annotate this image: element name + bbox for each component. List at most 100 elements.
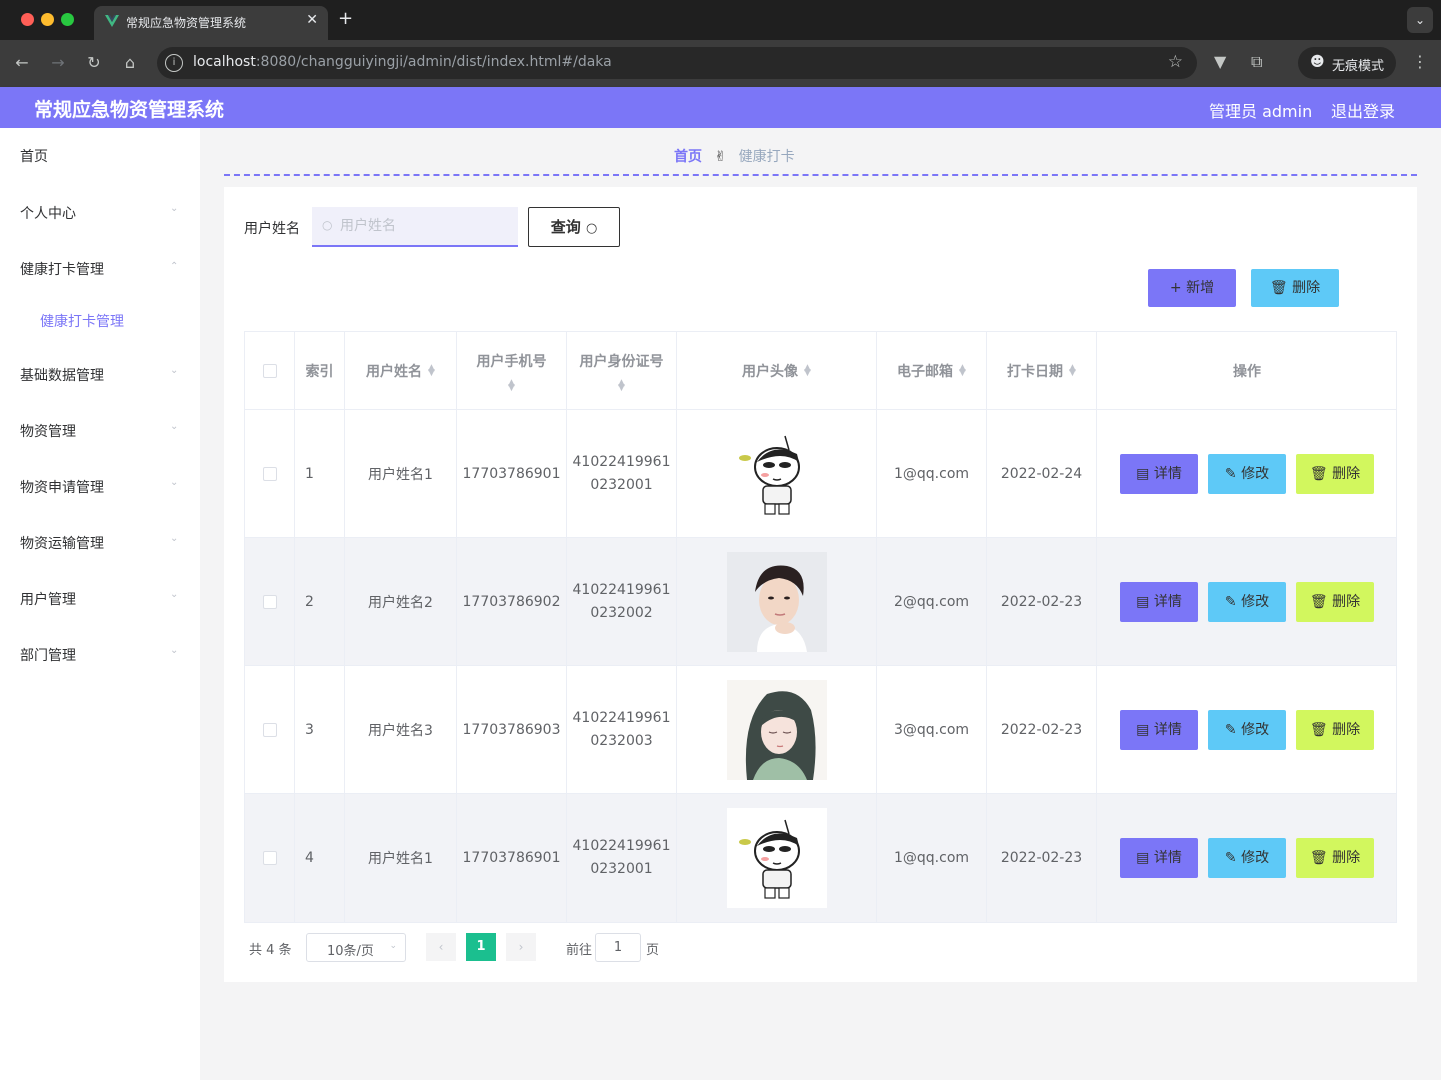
minimize-window-button[interactable] [41, 13, 54, 26]
vue-devtools-icon[interactable]: ▼ [1214, 52, 1226, 71]
delete-button[interactable]: 🗑 删除 [1296, 838, 1374, 878]
avatar-cartoon-boy[interactable] [726, 808, 827, 908]
column-header-name[interactable]: 用户姓名 ▲ ▼ [345, 332, 457, 409]
tab-title: 常规应急物资管理系统 [126, 16, 247, 30]
address-bar[interactable]: i localhost:8080/changguiyingji/admin/di… [157, 47, 1197, 79]
back-icon[interactable]: ← [11, 52, 33, 74]
add-button[interactable]: + 新增 [1148, 269, 1236, 307]
delete-label: 删除 [1332, 721, 1361, 738]
select-all-checkbox[interactable] [262, 363, 277, 378]
index-cell: 4 [295, 794, 345, 922]
sidebar-item-label: 物资管理 [20, 424, 76, 440]
browser-menu-icon[interactable]: ⋮ [1412, 52, 1428, 71]
page-size-select[interactable]: 10条/页 ⌄ [306, 933, 406, 962]
maximize-window-button[interactable] [61, 13, 74, 26]
document-icon: ▤ [1136, 721, 1154, 738]
incognito-icon: ☻ [1310, 54, 1325, 70]
row-select-cell [245, 666, 295, 793]
browser-tab[interactable]: 常规应急物资管理系统 ✕ [94, 6, 328, 40]
sort-icon[interactable]: ▲ ▼ [618, 378, 625, 392]
batch-delete-button[interactable]: 🗑 删除 [1251, 269, 1339, 307]
column-header-id-number[interactable]: 用户身份证号 ▲ ▼ [567, 332, 677, 409]
prev-page-button[interactable]: ‹ [426, 933, 456, 961]
sidebar-item-health-checkin[interactable]: 健康打卡管理 ⌃ [0, 243, 200, 293]
page-number-current[interactable]: 1 [466, 933, 496, 961]
breadcrumb-home[interactable]: 首页 [674, 149, 702, 165]
page-suffix: 页 [646, 943, 660, 958]
detail-button[interactable]: ▤ 详情 [1120, 581, 1198, 622]
chevron-down-icon: ⌄ [170, 477, 179, 488]
phone-cell: 17703786901 [457, 794, 567, 922]
query-button[interactable]: 查询 ○ [528, 207, 620, 247]
avatar-cartoon-boy[interactable] [726, 423, 827, 524]
chevron-down-icon: ⌄ [170, 365, 179, 376]
actions-cell: ▤ 详情 ✎ 修改 🗑 删除 [1097, 538, 1397, 665]
edit-button[interactable]: ✎ 修改 [1208, 581, 1286, 622]
sidebar-item-supply-requests[interactable]: 物资申请管理 ⌄ [0, 461, 200, 511]
goto-page-input[interactable]: 1 [595, 933, 641, 962]
delete-button[interactable]: 🗑 删除 [1296, 581, 1374, 622]
sidebar-item-personal-center[interactable]: 个人中心 ⌄ [0, 187, 200, 237]
column-header-label: 索引 [305, 363, 334, 380]
tab-close-icon[interactable]: ✕ [306, 12, 318, 28]
close-window-button[interactable] [21, 13, 34, 26]
sidebar-subitem-health-checkin[interactable]: 健康打卡管理 [0, 295, 200, 345]
avatar-anime-girl[interactable] [726, 679, 827, 780]
tab-search-icon[interactable]: ⌄ [1407, 7, 1433, 33]
vue-logo-icon [105, 15, 119, 27]
sidebar-item-basic-data[interactable]: 基础数据管理 ⌄ [0, 349, 200, 399]
detail-label: 详情 [1153, 465, 1182, 482]
sidebar-item-supply-transport[interactable]: 物资运输管理 ⌄ [0, 517, 200, 567]
column-header-date[interactable]: 打卡日期 ▲ ▼ [987, 332, 1097, 409]
column-header-label: 用户头像 [742, 363, 799, 380]
trash-icon: 🗑 [1309, 850, 1333, 866]
logout-link[interactable]: 退出登录 [1331, 98, 1395, 122]
column-header-avatar[interactable]: 用户头像 ▲ ▼ [677, 332, 877, 409]
edit-button[interactable]: ✎ 修改 [1208, 453, 1286, 494]
sidebar-item-home[interactable]: 首页 [0, 130, 200, 180]
edit-label: 修改 [1241, 465, 1270, 482]
reload-icon[interactable]: ↻ [83, 52, 105, 74]
sort-icon[interactable]: ▲ ▼ [959, 363, 966, 377]
sidebar-item-supplies[interactable]: 物资管理 ⌄ [0, 405, 200, 455]
sort-icon[interactable]: ▲ ▼ [508, 378, 515, 392]
delete-button[interactable]: 🗑 删除 [1296, 709, 1374, 750]
bookmark-star-icon[interactable]: ☆ [1168, 52, 1183, 72]
row-checkbox[interactable] [262, 466, 277, 481]
index-cell: 2 [295, 538, 345, 665]
site-info-icon[interactable]: i [165, 54, 183, 72]
sidebar-item-label: 个人中心 [20, 206, 76, 222]
sidebar-item-label: 物资申请管理 [20, 480, 104, 496]
sidebar-item-departments[interactable]: 部门管理 ⌄ [0, 629, 200, 679]
next-page-button[interactable]: › [506, 933, 536, 961]
incognito-badge[interactable]: ☻ 无痕模式 [1298, 47, 1396, 79]
edit-icon: ✎ [1224, 465, 1242, 482]
column-header-label: 用户身份证号 [579, 353, 664, 370]
edit-button[interactable]: ✎ 修改 [1208, 709, 1286, 750]
detail-button[interactable]: ▤ 详情 [1120, 453, 1198, 494]
home-icon[interactable]: ⌂ [119, 52, 141, 74]
edit-button[interactable]: ✎ 修改 [1208, 838, 1286, 878]
column-header-email[interactable]: 电子邮箱 ▲ ▼ [877, 332, 987, 409]
column-header-phone[interactable]: 用户手机号 ▲ ▼ [457, 332, 567, 409]
forward-icon[interactable]: → [47, 52, 69, 74]
sidebar-item-users[interactable]: 用户管理 ⌄ [0, 573, 200, 623]
email-cell: 1@qq.com [877, 410, 987, 537]
delete-button[interactable]: 🗑 删除 [1296, 453, 1374, 494]
new-tab-icon[interactable]: + [338, 8, 353, 29]
sort-icon[interactable]: ▲ ▼ [804, 363, 811, 377]
extensions-icon[interactable]: ⧉ [1251, 52, 1262, 72]
sort-icon[interactable]: ▲ ▼ [428, 363, 435, 377]
detail-button[interactable]: ▤ 详情 [1120, 709, 1198, 750]
avatar-young-man-photo[interactable] [726, 551, 827, 652]
column-header-label: 操作 [1233, 363, 1261, 380]
row-checkbox[interactable] [262, 722, 277, 737]
search-input[interactable]: ○ [312, 207, 518, 247]
row-checkbox[interactable] [262, 594, 277, 609]
plus-icon: + [1169, 280, 1182, 296]
row-checkbox[interactable] [262, 851, 277, 865]
search-field[interactable] [340, 215, 510, 237]
detail-button[interactable]: ▤ 详情 [1120, 838, 1198, 878]
email-cell: 1@qq.com [877, 794, 987, 922]
sort-icon[interactable]: ▲ ▼ [1069, 363, 1076, 377]
